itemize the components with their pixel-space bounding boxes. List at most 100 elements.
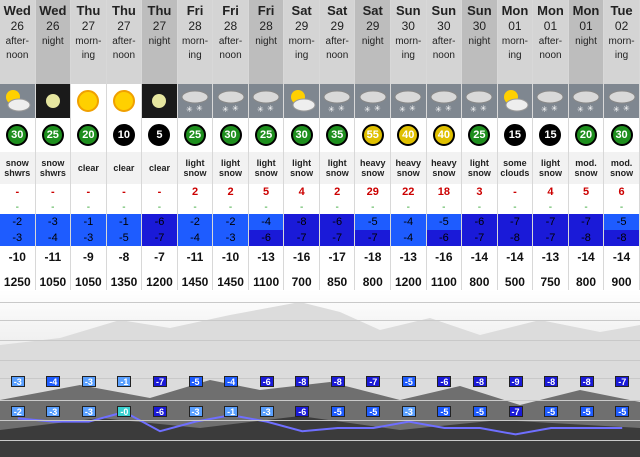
grid-line — [0, 340, 640, 341]
summary-text: snow — [467, 168, 491, 178]
summary-cell: light snow — [319, 152, 356, 184]
moon-icon — [152, 94, 167, 108]
summary-cell: light snow — [533, 152, 569, 184]
period-header: Thu 27 night — [142, 0, 178, 84]
period-label: ing — [508, 50, 522, 61]
rain-cell: - — [569, 201, 605, 214]
date-label: 29 — [366, 19, 380, 33]
summary-row: snow shwrs snow shwrs clear clear clear light sn… — [0, 152, 640, 184]
period-header: Sun 30 night — [462, 0, 498, 84]
date-label: 02 — [614, 19, 629, 33]
wind-speed-icon: 10 — [112, 124, 135, 146]
day-label: Thu — [112, 3, 136, 18]
lower-temp-label: -1 — [224, 406, 239, 417]
wind-cell: 25 — [249, 118, 285, 152]
wind-speed-icon: 15 — [503, 124, 526, 146]
rain-cell: - — [533, 201, 569, 214]
rain-cell: - — [284, 201, 320, 214]
summary-text: snow — [254, 168, 278, 178]
lower-temp-label: -6 — [295, 406, 310, 417]
period-label: after- — [538, 36, 563, 47]
weather-icon-cell — [106, 84, 143, 118]
wind-row: 30 25 20 10 5 25 30 25 30 35 55 40 40 25 15 15 20 30 — [0, 118, 640, 152]
moon-icon — [45, 94, 60, 108]
summary-cell: some clouds — [497, 152, 534, 184]
summary-text: some — [503, 158, 527, 168]
max-temp-cell: -4 — [248, 214, 285, 230]
lower-temp-label: -5 — [579, 406, 594, 417]
lower-temp-label: -6 — [153, 406, 167, 417]
period-header: Tue 02 morn-ing — [604, 0, 640, 84]
rain-cell: - — [249, 201, 285, 214]
date-label: 29 — [294, 19, 309, 33]
lower-temp-label: -5 — [330, 406, 345, 417]
snow-cloud-icon: ✳ ✳ — [359, 90, 387, 114]
grid-line — [0, 360, 640, 361]
wind-cell: 40 — [391, 118, 427, 152]
snow-cloud-icon: ✳ ✳ — [181, 90, 209, 114]
upper-temp-label: -5 — [188, 376, 203, 387]
sun-icon — [112, 90, 135, 112]
forecast-table: Wed 26 after-noon Wed 26 night Thu 27 morn-ing Th… — [0, 0, 640, 296]
lower-temp-label: -5 — [544, 406, 559, 417]
svg-text:✳: ✳ — [328, 105, 335, 114]
period-label: morn- — [608, 36, 635, 47]
lower-temp-label: -3 — [401, 406, 416, 417]
min-temp-cell: -3 — [0, 230, 36, 246]
snow-cell: 2 — [178, 184, 214, 201]
summary-text: snow — [538, 168, 562, 178]
day-label: Sat — [327, 3, 348, 18]
wind-cell: 30 — [213, 118, 249, 152]
snow-cell: 4 — [284, 184, 320, 201]
lower-temp-label: -5 — [473, 406, 487, 417]
summary-cell: snow shwrs — [0, 152, 36, 184]
wind-speed-icon: 5 — [148, 124, 171, 146]
sun-icon — [77, 90, 100, 112]
day-label: Thu — [147, 3, 172, 18]
snow-cell: 3 — [462, 184, 498, 201]
min-temp-cell: -7 — [284, 230, 320, 246]
summary-cell: light snow — [248, 152, 285, 184]
period-header: Sat 29 morn-ing — [284, 0, 320, 84]
summary-text: light — [292, 158, 312, 168]
period-label: night — [575, 36, 597, 47]
day-label: Sun — [431, 3, 457, 18]
max-temp-cell: -7 — [568, 214, 605, 230]
lower-temp-label: -5 — [615, 406, 630, 417]
wind-speed-icon: 40 — [397, 124, 420, 146]
weather-icon-cell — [497, 84, 534, 118]
snow-cloud-icon: ✳ ✳ — [465, 90, 493, 114]
wind-chill-cell: -13 — [248, 246, 285, 268]
lower-temp-label: -5 — [366, 406, 381, 417]
rain-cell: - — [36, 201, 72, 214]
min-temp-cell: -6 — [248, 230, 285, 246]
snow-cell: 5 — [249, 184, 285, 201]
summary-text: light — [221, 158, 241, 168]
wind-chill-cell: -14 — [462, 246, 498, 268]
wind-chill-cell: -10 — [213, 246, 249, 268]
period-label: ing — [614, 50, 629, 61]
period-label: noon — [6, 50, 29, 61]
weather-icon-cell: ✳ ✳ — [568, 84, 605, 118]
snow-cell: 18 — [427, 184, 463, 201]
snow-cell: 4 — [533, 184, 569, 201]
svg-text:✳: ✳ — [551, 104, 558, 113]
summary-cell: clear — [142, 152, 178, 184]
wind-cell: 10 — [107, 118, 143, 152]
wind-chill-cell: -8 — [106, 246, 143, 268]
min-temp-cell: -3 — [213, 230, 249, 246]
min-temp-cell: -4 — [391, 230, 427, 246]
date-label: 30 — [472, 19, 487, 33]
period-label: ing — [294, 50, 309, 61]
day-label: Sat — [362, 3, 383, 18]
day-label: Wed — [39, 3, 67, 18]
min-temp-cell: -8 — [568, 230, 605, 246]
svg-text:✳: ✳ — [623, 104, 630, 113]
period-label: noon — [432, 50, 455, 61]
summary-text: snow — [361, 168, 385, 178]
summary-text: light — [256, 158, 276, 168]
min-temp-cell: -7 — [533, 230, 569, 246]
summary-cell: clear — [106, 152, 143, 184]
summary-cell: clear — [71, 152, 107, 184]
rain-cell: - — [107, 201, 143, 214]
